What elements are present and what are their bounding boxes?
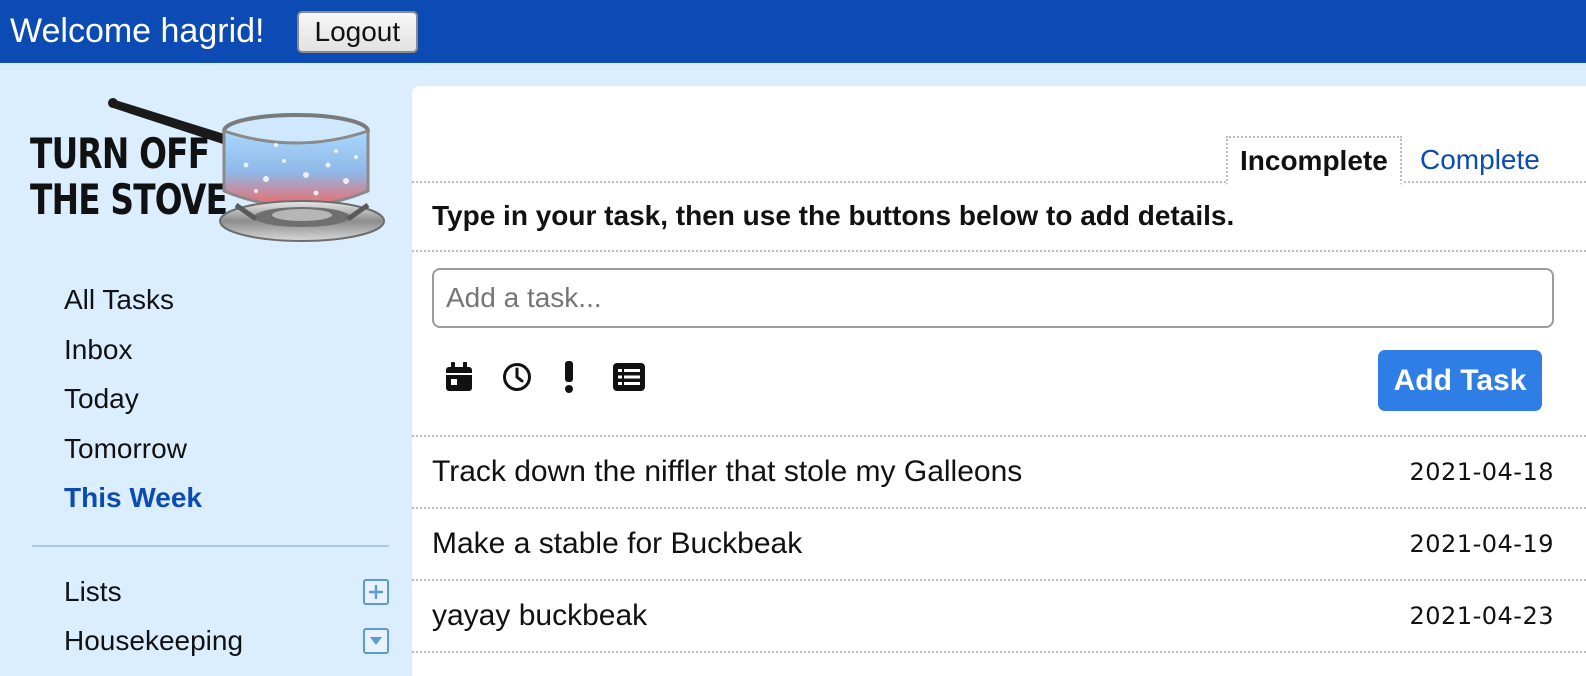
task-row[interactable]: Track down the niffler that stole my Gal…: [412, 435, 1586, 507]
task-panel: Incomplete Complete Type in your task, t…: [412, 86, 1586, 676]
top-bar: Welcome hagrid! Logout: [0, 0, 1586, 63]
status-tabs: Incomplete Complete: [412, 136, 1586, 185]
priority-icon[interactable]: [552, 360, 586, 394]
logo[interactable]: TURN OFF THE STOVE: [30, 95, 390, 255]
task-list: Track down the niffler that stole my Gal…: [412, 435, 1586, 653]
lists-label: Lists: [64, 575, 122, 607]
list-item-label: Housekeeping: [64, 625, 244, 657]
task-date: 2021-04-19: [1409, 530, 1554, 558]
list-item-housekeeping[interactable]: Housekeeping: [64, 617, 389, 667]
instruction-text: Type in your task, then use the buttons …: [432, 200, 1235, 231]
sidebar-item-today[interactable]: Today: [64, 374, 202, 424]
task-title: yayay buckbeak: [432, 599, 648, 632]
divider: [412, 250, 1586, 252]
boiling-pot-icon: [108, 98, 385, 242]
clock-icon[interactable]: [500, 360, 534, 394]
tab-incomplete[interactable]: Incomplete: [1226, 136, 1402, 185]
add-task-input[interactable]: [432, 268, 1554, 328]
task-title: Make a stable for Buckbeak: [432, 527, 803, 560]
list-icon[interactable]: [612, 360, 646, 394]
task-title: Track down the niffler that stole my Gal…: [432, 455, 1023, 488]
sidebar-item-this-week[interactable]: This Week: [64, 473, 202, 523]
task-row[interactable]: Make a stable for Buckbeak 2021-04-19: [412, 507, 1586, 579]
calendar-icon[interactable]: [442, 360, 476, 394]
sidebar-item-inbox[interactable]: Inbox: [64, 325, 202, 375]
logout-button[interactable]: Logout: [296, 10, 419, 53]
divider: [412, 651, 1586, 653]
sidebar-item-tomorrow[interactable]: Tomorrow: [64, 424, 202, 474]
tab-complete[interactable]: Complete: [1408, 136, 1552, 183]
sidebar-item-all-tasks[interactable]: All Tasks: [64, 275, 202, 325]
sidebar: TURN OFF THE STOVE All Tasks Inbox Today…: [0, 63, 412, 676]
sidebar-nav: All Tasks Inbox Today Tomorrow This Week: [64, 275, 202, 523]
sidebar-divider: [32, 545, 389, 547]
welcome-message: Welcome hagrid!: [10, 12, 265, 50]
task-row[interactable]: yayay buckbeak 2021-04-23: [412, 579, 1586, 651]
plus-square-icon[interactable]: [363, 578, 389, 605]
lists-section: Lists Housekeeping: [64, 567, 389, 666]
task-detail-tools: [442, 360, 646, 394]
task-date: 2021-04-23: [1409, 602, 1554, 630]
add-task-button[interactable]: Add Task: [1378, 350, 1542, 411]
lists-header: Lists: [64, 567, 389, 617]
caret-down-square-icon[interactable]: [363, 628, 389, 655]
task-date: 2021-04-18: [1409, 458, 1554, 486]
